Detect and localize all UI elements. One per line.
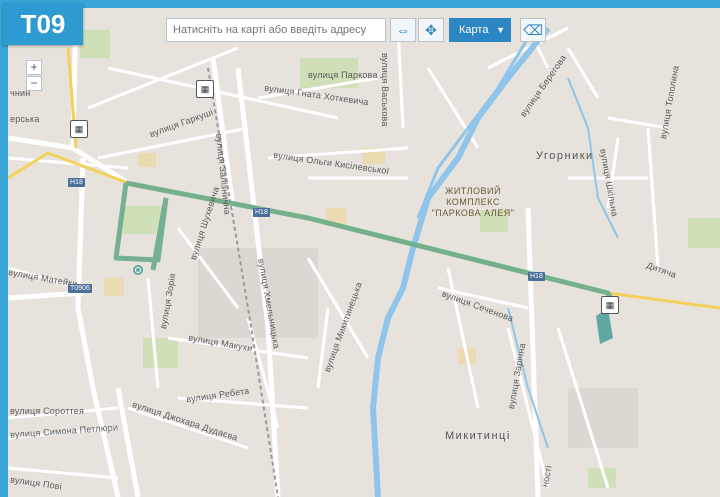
highway-shield: H18 (68, 178, 85, 187)
park-area (80, 30, 110, 58)
street-label: ерська (10, 114, 40, 124)
highway-shield: H18 (528, 272, 545, 281)
river (369, 26, 551, 497)
street-label: вулиця Паркова (308, 70, 378, 80)
block-area (138, 153, 156, 167)
expand-icon[interactable]: ⇔ (390, 18, 416, 42)
map-type-label: Карта (459, 24, 489, 36)
zoom-in-button[interactable]: + (26, 60, 42, 75)
place-label: Микитинці (445, 430, 511, 442)
zoom-control: + − (26, 60, 42, 92)
park-area (143, 338, 178, 368)
address-search-input[interactable] (166, 18, 386, 42)
highway-shield: H18 (253, 208, 270, 217)
bus-stop-icon[interactable]: ▦ (70, 120, 88, 138)
zoom-out-button[interactable]: − (26, 76, 42, 91)
route-stop-marker[interactable] (133, 265, 143, 275)
route-number-badge: T09 (3, 3, 83, 45)
park-area (688, 218, 720, 248)
eraser-icon[interactable]: ⌫ (520, 18, 546, 42)
street-label: вулиця Сороттея (10, 406, 85, 416)
map-type-select[interactable]: Карта ▼ (449, 18, 511, 42)
bus-stop-icon[interactable]: ▦ (196, 80, 214, 98)
street-label: вулиця Васькова (380, 53, 390, 127)
park-area (123, 206, 163, 234)
app-frame: вулиця Паркова вулиця Васькова вулиця Гн… (0, 0, 720, 497)
bus-stop-icon[interactable]: ▦ (601, 296, 619, 314)
block-area (104, 278, 124, 296)
complex-label: ЖИТЛОВИЙ КОМПЛЕКС "ПАРКОВА АЛЕЯ" (431, 186, 515, 218)
crosshair-move-icon[interactable]: ✥ (418, 18, 444, 42)
highway-shield: T0906 (68, 284, 92, 293)
map-canvas[interactable]: вулиця Паркова вулиця Васькова вулиця Гн… (8, 8, 720, 497)
place-label: Угорники (536, 150, 594, 162)
chevron-down-icon: ▼ (496, 25, 505, 35)
